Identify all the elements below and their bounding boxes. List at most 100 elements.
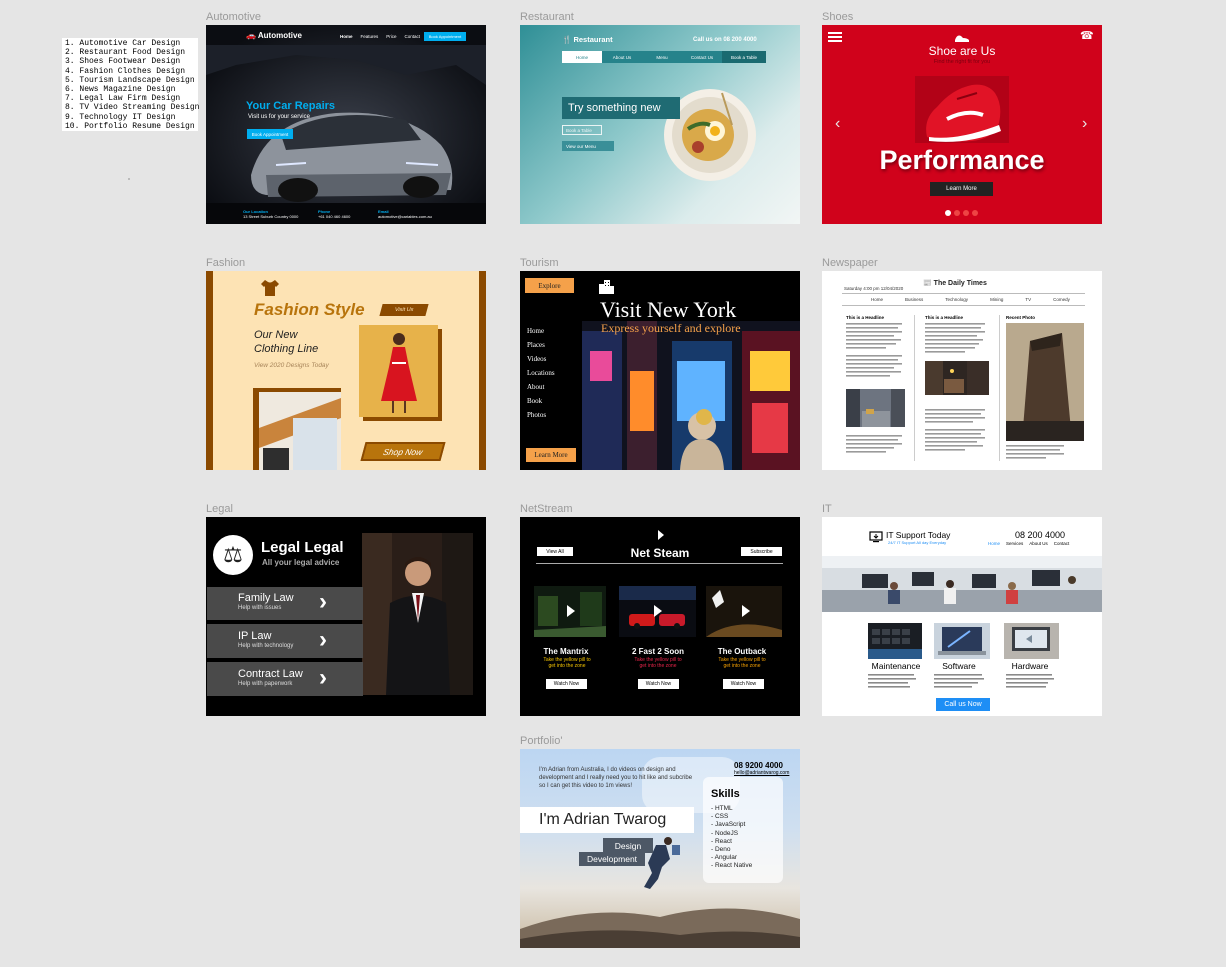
- skill-item: - React: [711, 837, 732, 845]
- skill-item: - Deno: [711, 846, 731, 854]
- frame-label-legal[interactable]: Legal: [206, 503, 233, 515]
- movie-thumbnail-mantrix[interactable]: [534, 586, 606, 637]
- nav-book-table[interactable]: Book a Table: [722, 51, 766, 63]
- frame-label-shoes[interactable]: Shoes: [822, 11, 853, 23]
- watch-now-button[interactable]: Watch Now: [638, 679, 679, 689]
- ip-law-card[interactable]: IP Law Help with technology ›: [207, 624, 363, 658]
- nav-price[interactable]: Price: [386, 34, 396, 39]
- frame-shoes[interactable]: ☎ Shoe are Us Find the right fit for you…: [822, 25, 1102, 224]
- hamburger-menu-icon[interactable]: [828, 30, 842, 43]
- learn-more-button[interactable]: Learn More: [526, 448, 576, 462]
- chevron-right-icon: ›: [319, 588, 327, 615]
- list-item: 1. Automotive Car Design: [65, 39, 181, 48]
- scales-of-justice-icon: ⚖: [213, 535, 253, 575]
- brand[interactable]: 🍴 Restaurant: [562, 35, 613, 44]
- frame-tourism[interactable]: Explore Visit New York Express yourself …: [520, 271, 800, 470]
- frame-portfolio[interactable]: I'm Adrian from Australia, I do videos o…: [520, 749, 800, 948]
- nav: Home About Us Menu Contact Us Book a Tab…: [562, 51, 766, 63]
- watch-now-button[interactable]: Watch Now: [723, 679, 764, 689]
- menu-places[interactable]: Places: [527, 338, 555, 352]
- movie-title-outback: The Outback: [717, 647, 767, 656]
- phone-icon[interactable]: ☎: [1080, 29, 1094, 42]
- nav-home[interactable]: Home: [340, 34, 353, 39]
- watch-now-button[interactable]: Watch Now: [546, 679, 587, 689]
- ip-law-sub: Help with technology: [238, 643, 294, 649]
- subline: View 2020 Designs Today: [254, 362, 329, 369]
- frame-fashion[interactable]: Fashion Style Visit Us Our New Clothing …: [206, 271, 486, 470]
- carousel-dot[interactable]: [972, 210, 978, 216]
- street-photo-2: [925, 361, 989, 395]
- footer-location: Our Location 13 Street Suburb Country 000…: [243, 209, 298, 219]
- frame-automotive[interactable]: 🚗 Automotive Home Features Price Contact…: [206, 25, 486, 224]
- carousel-dot[interactable]: [963, 210, 969, 216]
- car-photo: [206, 25, 486, 224]
- previous-slide-icon[interactable]: ‹: [835, 115, 840, 133]
- nav-features[interactable]: Features: [361, 34, 379, 39]
- phone-value: +61 040 460 4600: [318, 214, 351, 219]
- menu-about[interactable]: About: [527, 380, 555, 394]
- brand-tagline: Find the right fit for you: [933, 59, 991, 65]
- frame-label-fashion[interactable]: Fashion: [206, 257, 245, 269]
- phone: Call us on 08 200 4000: [693, 37, 757, 43]
- hero-subline: Visit us for your service: [248, 114, 310, 120]
- book-table-button[interactable]: Book a Table: [562, 125, 602, 135]
- frame-label-it[interactable]: IT: [822, 503, 832, 515]
- skills-title: Skills: [711, 788, 740, 800]
- skill-item: - HTML: [711, 805, 733, 812]
- frame-label-automotive[interactable]: Automotive: [206, 11, 261, 23]
- movie-thumbnail-outback[interactable]: [706, 586, 782, 637]
- frame-newspaper[interactable]: 📰 The Daily Times Saturday 4:00 pm 12/04…: [822, 271, 1102, 470]
- placeholder-text-lines: [846, 323, 1084, 459]
- menu-locations[interactable]: Locations: [527, 366, 555, 380]
- movie-thumbnail-fast[interactable]: [619, 586, 696, 637]
- ip-law-title: IP Law: [238, 630, 272, 642]
- nav-about[interactable]: About Us: [602, 51, 642, 63]
- nav-contact[interactable]: Contact Us: [682, 51, 722, 63]
- frame-label-newspaper[interactable]: Newspaper: [822, 257, 878, 269]
- book-appointment-nav-button[interactable]: Book Appointment: [424, 32, 466, 41]
- brand[interactable]: 🚗 Automotive: [246, 31, 302, 40]
- carousel-dot[interactable]: [954, 210, 960, 216]
- list-item: 6. News Magazine Design: [65, 85, 176, 95]
- contract-law-card[interactable]: Contract Law Help with paperwork ›: [207, 662, 363, 696]
- chevron-right-icon: ›: [319, 664, 327, 691]
- nav-menu[interactable]: Menu: [642, 51, 682, 63]
- call-us-now-button[interactable]: Call us Now: [936, 698, 990, 711]
- frame-restaurant[interactable]: 🍴 Restaurant Call us on 08 200 4000 Home…: [520, 25, 800, 224]
- frame-netstream[interactable]: View All Subscribe Net Steam The Mantrix…: [520, 517, 800, 716]
- menu-book[interactable]: Book: [527, 394, 555, 408]
- headline-line2: Clothing Line: [254, 343, 319, 355]
- next-slide-icon[interactable]: ›: [1082, 115, 1087, 133]
- list-item: 2. Restaurant Food Design: [65, 48, 186, 58]
- carousel-dot[interactable]: [945, 210, 951, 216]
- family-law-title: Family Law: [238, 592, 294, 604]
- brand-label: Restaurant: [573, 35, 613, 44]
- frame-label-restaurant[interactable]: Restaurant: [520, 11, 574, 23]
- shop-now-button[interactable]: Shop Now: [360, 442, 446, 461]
- frame-label-portfolio[interactable]: Portfolio': [520, 735, 562, 747]
- frame-legal[interactable]: ⚖ Legal Legal All your legal advice Fami…: [206, 517, 486, 716]
- email-link[interactable]: hello@adriantwarog.com: [734, 770, 789, 776]
- flatiron-building-photo: [1006, 323, 1084, 441]
- brand-title: Shoe are Us: [928, 44, 996, 58]
- nav-home[interactable]: Home: [562, 51, 602, 63]
- learn-more-button[interactable]: Learn More: [930, 182, 993, 196]
- family-law-card[interactable]: Family Law Help with issues ›: [207, 587, 363, 620]
- movie-tagline-outback: Take the yellow pill to get into the zon…: [718, 657, 766, 669]
- brand-subtitle: All your legal advice: [262, 558, 340, 567]
- frame-label-tourism[interactable]: Tourism: [520, 257, 559, 269]
- tshirt-icon: [261, 280, 279, 296]
- menu-home[interactable]: Home: [527, 324, 555, 338]
- hero-headline: Try something new: [562, 97, 680, 119]
- phone-number: 08 9200 4000: [734, 761, 783, 770]
- menu-photos[interactable]: Photos: [527, 408, 555, 422]
- explore-button[interactable]: Explore: [525, 278, 574, 293]
- book-appointment-button[interactable]: Book Appointment: [247, 129, 293, 139]
- frame-label-netstream[interactable]: NetStream: [520, 503, 573, 515]
- nav-contact[interactable]: Contact: [405, 34, 421, 39]
- frame-it[interactable]: IT Support Today 24/7 IT Support All day…: [822, 517, 1102, 716]
- play-logo-icon: [658, 530, 664, 540]
- view-menu-button[interactable]: View our Menu: [562, 141, 614, 151]
- visit-us-button[interactable]: Visit Us: [379, 304, 429, 316]
- menu-videos[interactable]: Videos: [527, 352, 555, 366]
